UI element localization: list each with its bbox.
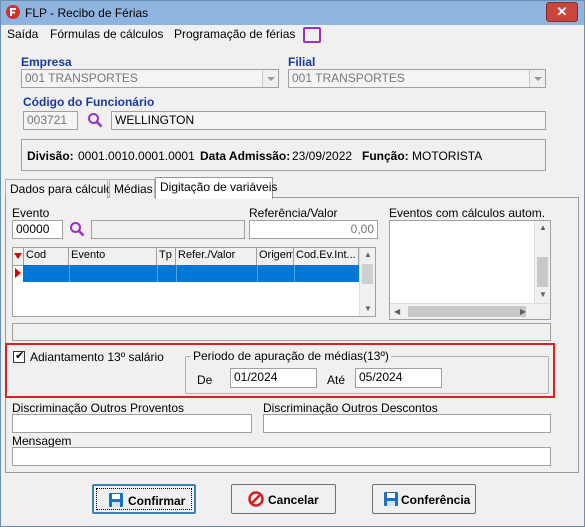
- grid-col-tp[interactable]: Tp: [157, 248, 176, 265]
- periodo-label: Periodo de apuração de médias(13º): [191, 349, 391, 363]
- scroll-thumb[interactable]: [362, 264, 373, 284]
- search-icon[interactable]: [87, 112, 103, 128]
- adiantamento-checkbox[interactable]: ✔: [13, 350, 25, 363]
- evento-descricao-field[interactable]: [91, 220, 245, 239]
- proventos-label: Discriminação Outros Proventos: [12, 401, 185, 415]
- menu-formulas[interactable]: Fórmulas de cálculos: [50, 27, 163, 41]
- main-window: FLP - Recibo de Férias ✕ Saída Fórmulas …: [0, 0, 585, 527]
- codigo-field[interactable]: 003721: [23, 111, 78, 130]
- periodo-ate-field[interactable]: 05/2024: [355, 368, 442, 388]
- eventos-calc-label: Eventos com cálculos autom.: [389, 206, 546, 220]
- empresa-value: 001 TRANSPORTES: [25, 71, 138, 85]
- tab-dados-calculo[interactable]: Dados para cálculo: [5, 179, 113, 198]
- save-icon: [384, 492, 398, 506]
- confirmar-button[interactable]: Confirmar: [92, 484, 196, 514]
- sort-down-icon: [14, 253, 22, 259]
- referencia-field[interactable]: 0,00: [249, 220, 378, 239]
- conferencia-button[interactable]: Conferência: [372, 484, 476, 514]
- scroll-down-icon[interactable]: ▼: [539, 290, 547, 299]
- evento-label: Evento: [12, 206, 50, 220]
- scroll-thumb[interactable]: [537, 257, 548, 287]
- status-field: [12, 323, 551, 341]
- grid-indicator-header: [13, 248, 24, 265]
- grid-vscroll[interactable]: ▲ ▼: [359, 248, 375, 316]
- scroll-thumb[interactable]: [408, 306, 526, 317]
- adiantamento-label: Adiantamento 13º salário: [30, 350, 164, 364]
- admissao-label: Data Admissão:: [200, 149, 291, 163]
- employee-info-box: Divisão: 0001.0010.0001.0001 Data Admiss…: [21, 139, 546, 171]
- row-indicator-icon: [15, 268, 21, 278]
- cancel-icon: [248, 491, 264, 507]
- conferencia-label: Conferência: [401, 493, 471, 507]
- scroll-right-icon[interactable]: ▶: [520, 307, 526, 316]
- filial-select[interactable]: 001 TRANSPORTES: [288, 69, 546, 88]
- ate-label: Até: [327, 373, 346, 387]
- evento-field[interactable]: 00000: [12, 220, 63, 239]
- close-button[interactable]: ✕: [546, 2, 578, 22]
- check-icon: ✔: [15, 350, 25, 362]
- menu-saida[interactable]: Saída: [7, 27, 38, 41]
- grid-header: Cod Evento Tp Refer./Valor Origem Cod.Ev…: [13, 248, 359, 266]
- funcao-label: Função:: [362, 149, 409, 163]
- chevron-down-icon[interactable]: [262, 70, 278, 87]
- scroll-down-icon[interactable]: ▼: [364, 304, 372, 313]
- eventos-calc-list[interactable]: ▲ ▼ ◀ ▶: [389, 220, 551, 320]
- eventos-calc-vscroll[interactable]: ▲ ▼: [534, 221, 550, 304]
- search-icon[interactable]: [69, 221, 85, 237]
- referencia-label: Referência/Valor: [249, 206, 338, 220]
- de-label: De: [197, 373, 213, 387]
- filial-value: 001 TRANSPORTES: [292, 71, 405, 85]
- eventos-calc-hscroll[interactable]: ◀ ▶: [390, 303, 550, 319]
- menu-programacao[interactable]: Programação de férias: [174, 27, 295, 41]
- scroll-up-icon[interactable]: ▲: [364, 250, 372, 259]
- admissao-value: 23/09/2022: [292, 149, 353, 163]
- proventos-field[interactable]: [12, 414, 252, 433]
- cancelar-label: Cancelar: [268, 493, 319, 507]
- menu-bar: Saída Fórmulas de cálculos Programação d…: [1, 25, 584, 45]
- window-title: FLP - Recibo de Férias: [25, 6, 149, 20]
- funcao-value: MOTORISTA: [412, 149, 483, 163]
- monitor-icon[interactable]: [303, 27, 321, 43]
- table-row[interactable]: [23, 265, 359, 282]
- codigo-label: Código do Funcionário: [23, 95, 155, 109]
- empresa-select[interactable]: 001 TRANSPORTES: [21, 69, 279, 88]
- chevron-down-icon[interactable]: [529, 70, 545, 87]
- filial-label: Filial: [288, 55, 316, 69]
- scroll-up-icon[interactable]: ▲: [539, 223, 547, 232]
- tab-digitacao-variaveis[interactable]: Digitação de variáveis: [155, 177, 277, 199]
- grid-col-cod[interactable]: Cod: [24, 248, 69, 265]
- cancelar-button[interactable]: Cancelar: [231, 484, 336, 514]
- app-logo-icon: [6, 5, 20, 19]
- grid-col-refer[interactable]: Refer./Valor: [176, 248, 257, 265]
- title-bar: FLP - Recibo de Férias ✕: [1, 1, 584, 25]
- grid-col-cod-ev-int[interactable]: Cod.Ev.Int...: [294, 248, 359, 265]
- grid-col-origem[interactable]: Origem: [257, 248, 294, 265]
- descontos-field[interactable]: [263, 414, 551, 433]
- grid-col-evento[interactable]: Evento: [69, 248, 157, 265]
- empresa-label: Empresa: [21, 55, 72, 69]
- eventos-grid[interactable]: Cod Evento Tp Refer./Valor Origem Cod.Ev…: [12, 247, 376, 317]
- divisao-value: 0001.0010.0001.0001: [78, 149, 195, 163]
- divisao-label: Divisão:: [27, 149, 74, 163]
- scroll-left-icon[interactable]: ◀: [394, 307, 400, 316]
- save-icon: [109, 493, 123, 507]
- tab-medias[interactable]: Médias: [109, 179, 155, 198]
- mensagem-label: Mensagem: [12, 434, 72, 448]
- nome-field[interactable]: WELLINGTON: [111, 111, 546, 130]
- periodo-de-field[interactable]: 01/2024: [230, 368, 317, 388]
- confirmar-label: Confirmar: [128, 494, 186, 508]
- descontos-label: Discriminação Outros Descontos: [263, 401, 438, 415]
- mensagem-field[interactable]: [12, 447, 551, 466]
